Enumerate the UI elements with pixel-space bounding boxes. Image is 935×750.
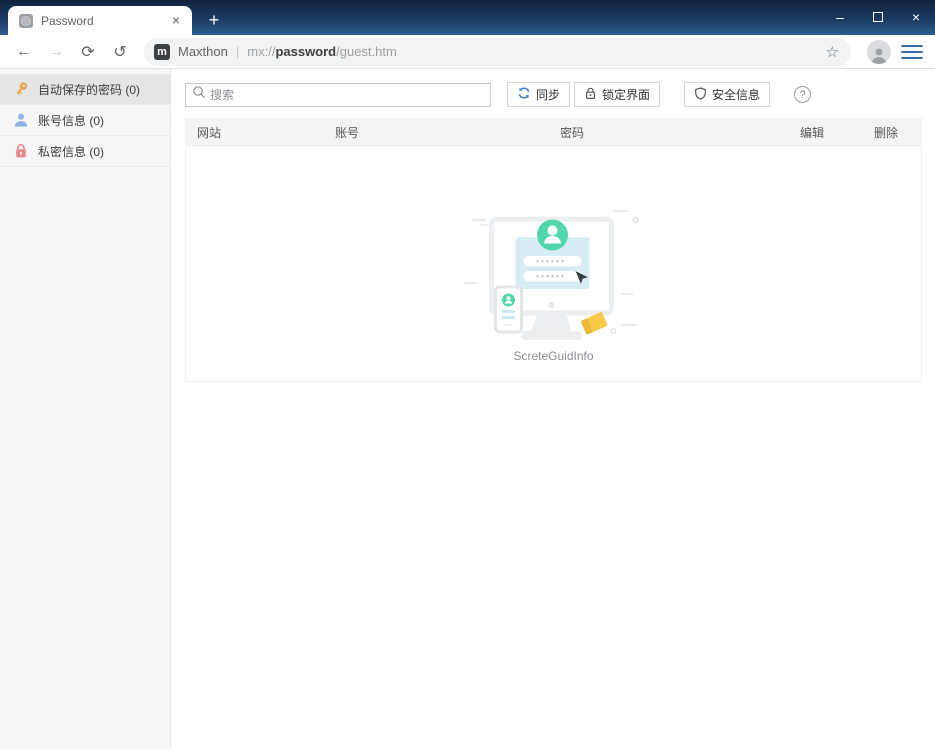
main-content: 同步 锁定界面 安全信息 (171, 69, 935, 749)
padlock-icon (584, 87, 597, 103)
empty-state-illustration (463, 210, 639, 340)
titlebar: Password × + – × (0, 0, 935, 35)
column-header-password: 密码 (560, 126, 585, 140)
profile-avatar[interactable] (867, 39, 891, 64)
maximize-button[interactable] (859, 0, 897, 33)
address-separator: | (235, 44, 240, 59)
empty-state: ScreteGuidInfo (461, 195, 646, 363)
new-tab-button[interactable]: + (201, 8, 227, 32)
maximize-icon (873, 11, 883, 22)
sidebar-item-private-info[interactable]: 私密信息 (0) (0, 136, 170, 167)
lock-icon (13, 143, 29, 159)
lock-screen-button-label: 锁定界面 (602, 88, 651, 102)
tab-favicon-icon (18, 13, 34, 29)
controls-row: 同步 锁定界面 安全信息 (185, 82, 922, 107)
user-icon (13, 112, 29, 128)
minimize-button[interactable]: – (821, 0, 859, 33)
bookmark-star-icon[interactable]: ☆ (824, 43, 841, 61)
url-scheme: mx:// (247, 44, 276, 59)
search-icon (192, 85, 206, 104)
address-brand: Maxthon (178, 44, 228, 59)
table-body-empty: ScreteGuidInfo (185, 147, 922, 382)
table-header-row: 网站 账号 密码 编辑 删除 (185, 118, 922, 147)
back-icon[interactable]: ← (10, 38, 38, 66)
key-icon (13, 81, 29, 97)
close-window-button[interactable]: × (897, 0, 935, 33)
forward-icon[interactable]: → (42, 38, 70, 66)
password-manager-app: 自动保存的密码 (0) 账号信息 (0) 私密信息 (0) 搜索 同步 锁定界面… (0, 69, 935, 749)
sidebar: 自动保存的密码 (0) 账号信息 (0) 私密信息 (0) (0, 69, 171, 749)
url-path: /guest.htm (336, 44, 397, 59)
sidebar-item-account-info[interactable]: 账号信息 (0) (0, 105, 170, 136)
security-info-button-label: 安全信息 (712, 88, 761, 102)
address-url: mx://password/guest.htm (247, 44, 815, 59)
sidebar-item-label: 账号信息 (0) (38, 113, 105, 128)
search-box (185, 82, 491, 107)
security-info-button[interactable]: 安全信息 (684, 82, 771, 107)
sync-button[interactable]: 同步 (507, 82, 571, 107)
search-input[interactable] (210, 87, 484, 102)
address-bar[interactable]: m Maxthon | mx://password/guest.htm ☆ (144, 37, 851, 66)
help-icon[interactable]: ? (794, 86, 812, 103)
sidebar-item-autosaved-passwords[interactable]: 自动保存的密码 (0) (0, 74, 170, 105)
sync-icon (517, 86, 531, 103)
maxthon-logo-icon: m (154, 43, 170, 60)
tab-title: Password (41, 13, 94, 28)
lock-screen-button[interactable]: 锁定界面 (574, 82, 661, 107)
column-header-site: 网站 (197, 126, 222, 140)
column-header-delete: 删除 (874, 126, 899, 140)
sync-button-label: 同步 (536, 88, 561, 102)
window-controls: – × (821, 0, 935, 35)
reload-icon[interactable]: ⟳ (74, 38, 102, 66)
column-header-edit: 编辑 (800, 126, 825, 140)
shield-icon (694, 86, 707, 103)
sidebar-item-label: 自动保存的密码 (0) (38, 82, 141, 97)
undo-icon[interactable]: ↺ (106, 38, 134, 66)
url-host: password (275, 44, 337, 59)
tab-close-icon[interactable]: × (168, 12, 184, 29)
column-header-account: 账号 (335, 126, 360, 140)
browser-toolbar: ← → ⟳ ↺ m Maxthon | mx://password/guest.… (0, 35, 935, 69)
sidebar-item-label: 私密信息 (0) (38, 144, 105, 159)
browser-tab[interactable]: Password × (8, 6, 192, 35)
menu-hamburger-icon[interactable] (901, 41, 923, 63)
empty-state-caption: ScreteGuidInfo (513, 349, 594, 363)
